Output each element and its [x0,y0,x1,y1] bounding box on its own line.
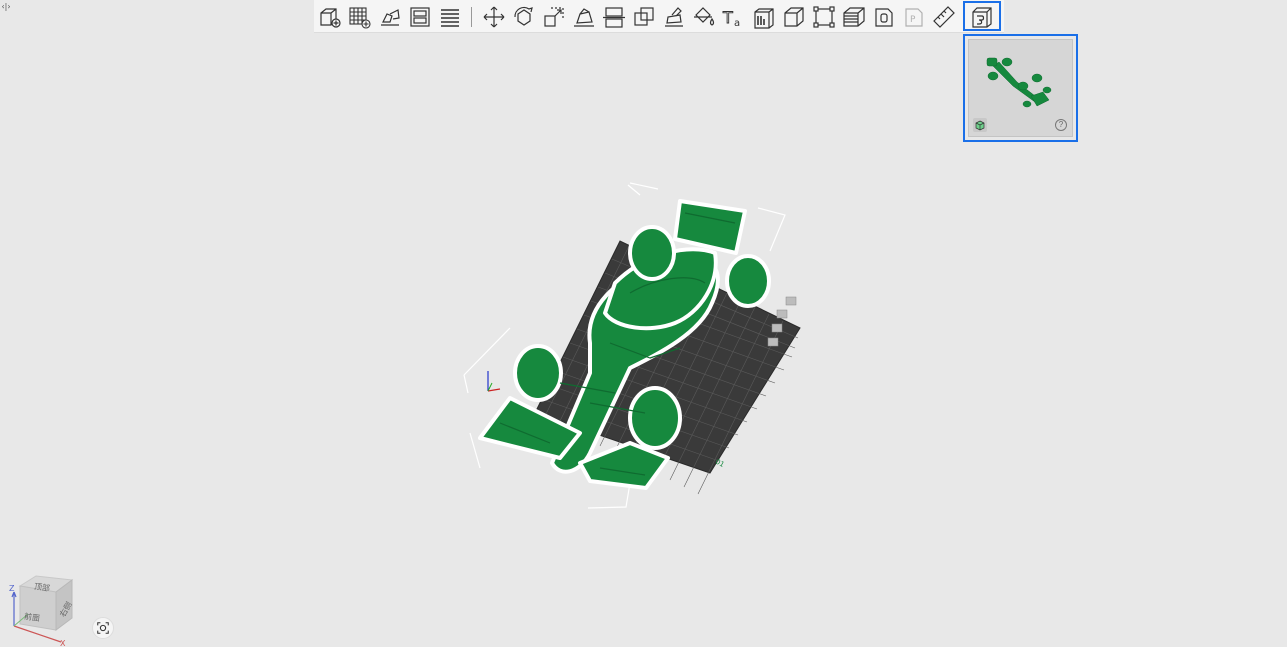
emboss-icon[interactable] [750,3,778,31]
auto-arrange-icon[interactable] [376,3,404,31]
x-axis-label: X [60,639,66,647]
bounding-icon[interactable] [810,3,838,31]
lay-on-face-icon[interactable] [570,3,598,31]
layers-list-icon[interactable] [436,3,464,31]
svg-text:P: P [910,15,916,25]
add-plate-icon[interactable] [346,3,374,31]
measure-box-icon[interactable] [870,3,898,31]
axis-gizmo [487,371,501,392]
color-paint-icon[interactable] [690,3,718,31]
hollow-icon[interactable] [780,3,808,31]
support-paint-icon[interactable] [660,3,688,31]
view-cube-top-label[interactable]: 顶部 [33,581,50,594]
text-icon[interactable]: Ta [720,3,748,31]
3d-viewport[interactable]: 01 [0,33,1287,647]
variable-layer-icon[interactable] [840,3,868,31]
cut-icon[interactable] [600,3,628,31]
rotate-icon[interactable] [510,3,538,31]
scale-icon[interactable] [540,3,568,31]
reset-view-icon [97,622,109,634]
add-object-icon[interactable] [316,3,344,31]
svg-text:T: T [722,8,733,27]
reset-view-button[interactable] [92,617,114,639]
build-scene[interactable]: 01 [440,143,840,523]
view-cube-front-label[interactable]: 前面 [23,611,40,624]
assembly-view-icon[interactable] [963,1,1001,31]
svg-text:01: 01 [714,458,726,469]
move-icon[interactable] [480,3,508,31]
view-cube[interactable]: 顶部 前面 右侧 Z X [6,570,86,647]
toolbar-separator [471,7,472,27]
boolean-icon[interactable] [630,3,658,31]
plate-layout-icon[interactable] [406,3,434,31]
main-toolbar: Ta P [314,0,1004,33]
z-axis-label: Z [9,584,15,593]
p-icon[interactable]: P [900,3,928,31]
panel-collapse-toggle[interactable]: ‹|› [0,2,12,12]
svg-text:a: a [734,18,740,29]
ruler-icon[interactable] [930,3,958,31]
